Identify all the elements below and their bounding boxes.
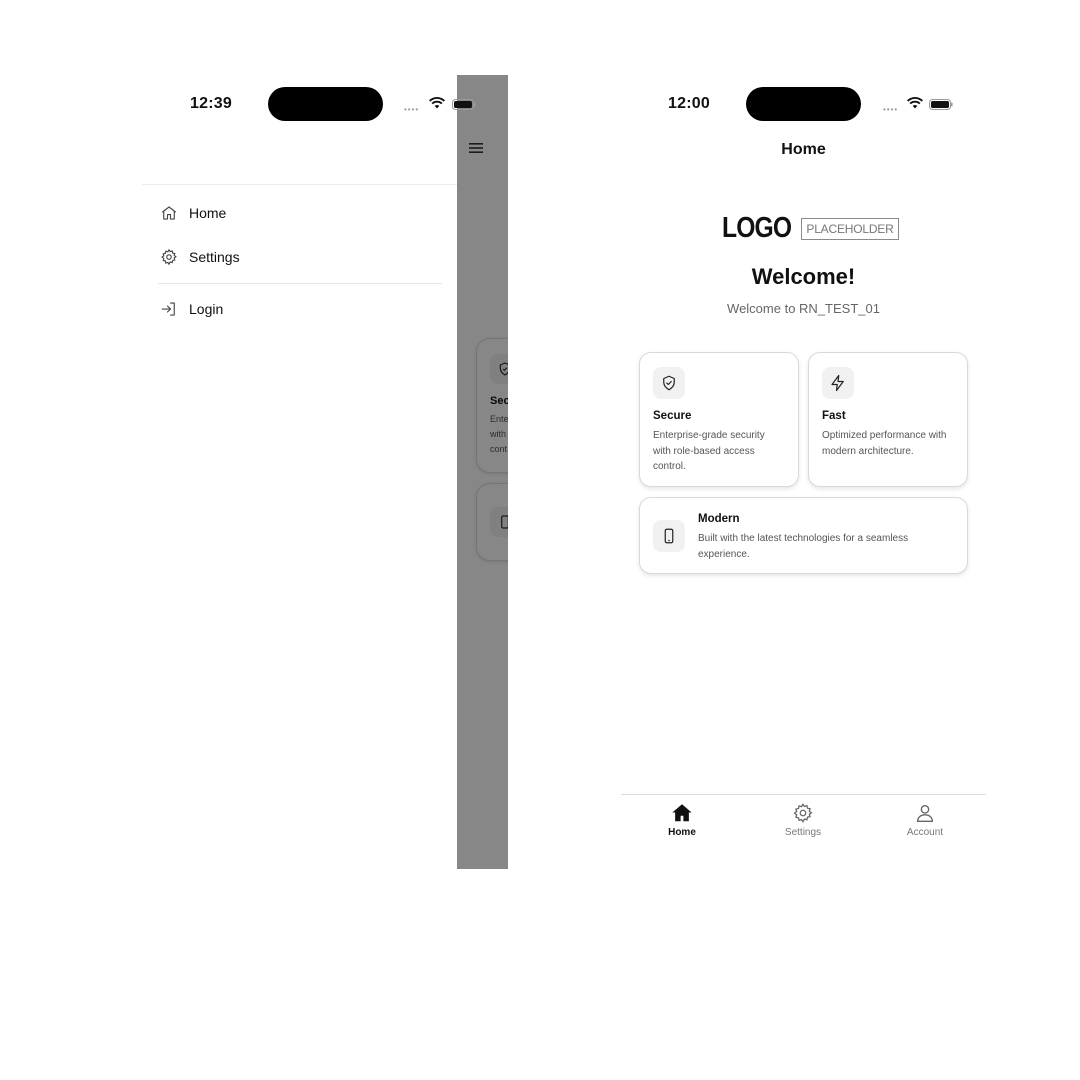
battery-icon (929, 99, 953, 110)
welcome-subtitle: Welcome to RN_TEST_01 (727, 301, 880, 316)
logo-placeholder-text: PLACEHOLDER (801, 217, 899, 240)
status-time: 12:00 (668, 95, 710, 112)
wifi-icon (429, 97, 445, 109)
logo: LOGO PLACEHOLDER (722, 212, 899, 245)
cellular-signal-icon: •••• (404, 105, 420, 114)
feature-card-secure: Secure Enterprise-grade security with ro… (639, 352, 799, 487)
feature-card-title: Secure (653, 410, 692, 422)
dynamic-island (268, 87, 383, 121)
battery-icon (452, 99, 476, 110)
drawer-section-divider (158, 283, 442, 284)
shield-check-icon (653, 367, 685, 399)
drawer-backdrop-overlay[interactable] (457, 75, 508, 869)
tab-label: Settings (784, 827, 822, 838)
feature-card-title: Fast (822, 410, 846, 422)
smartphone-icon (653, 520, 685, 552)
drawer-item-settings[interactable]: Settings (160, 241, 440, 273)
page-title: Home (781, 141, 826, 158)
screenshot-stage: Sec Ente with cont 12:39 Home Settings L… (0, 0, 1080, 1080)
tab-label: Account (906, 827, 944, 838)
lightning-icon (822, 367, 854, 399)
feature-card-fast: Fast Optimized performance with modern a… (808, 352, 968, 487)
login-icon (160, 300, 178, 318)
drawer-item-login[interactable]: Login (160, 293, 440, 325)
wifi-icon (907, 97, 923, 109)
right-phone-screen: 12:00 •••• Home LOGO PLACEHOLDER Welcome… (621, 75, 986, 869)
drawer-item-home[interactable]: Home (160, 197, 440, 229)
cellular-signal-icon: •••• (883, 105, 899, 114)
home-filled-icon (670, 801, 694, 825)
status-bar: 12:00 •••• (621, 75, 986, 135)
feature-card-description: Optimized performance with modern archit… (822, 430, 947, 457)
gear-icon (160, 248, 178, 266)
feature-card-description: Enterprise-grade security with role-base… (653, 430, 765, 472)
drawer-item-label: Settings (189, 249, 240, 265)
tab-home[interactable]: Home (621, 801, 743, 838)
welcome-title: Welcome! (751, 264, 856, 289)
feature-card-modern: Modern Built with the latest technologie… (639, 497, 968, 574)
left-phone-screen: Sec Ente with cont 12:39 Home Settings L… (142, 75, 508, 869)
drawer-header-divider (142, 184, 457, 185)
feature-card-title: Modern (698, 513, 740, 525)
feature-card-description: Built with the latest technologies for a… (698, 533, 909, 560)
bottom-tab-bar: Home Settings Account (621, 794, 986, 869)
gear-icon (791, 801, 815, 825)
drawer-item-label: Home (189, 205, 227, 221)
status-time: 12:39 (190, 95, 232, 112)
tab-account[interactable]: Account (864, 801, 986, 838)
navigation-drawer: 12:39 Home Settings Login (142, 75, 457, 869)
home-outline-icon (160, 204, 178, 222)
tab-label: Home (668, 827, 696, 838)
logo-main-text: LOGO (722, 212, 792, 244)
person-icon (913, 801, 937, 825)
dynamic-island (746, 87, 861, 121)
drawer-item-label: Login (189, 301, 224, 317)
tab-settings[interactable]: Settings (742, 801, 864, 838)
